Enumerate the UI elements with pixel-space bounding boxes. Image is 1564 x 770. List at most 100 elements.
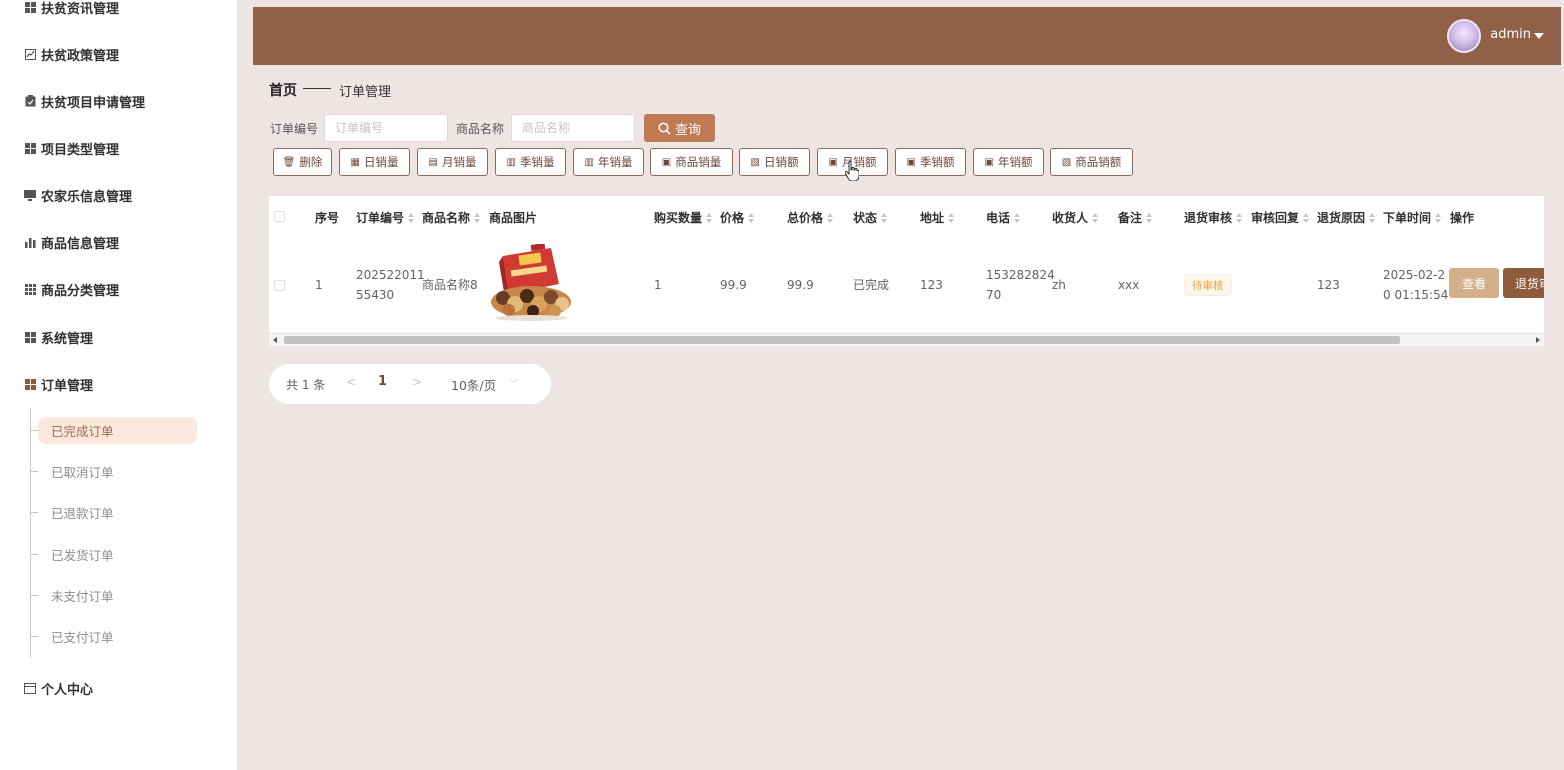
chevron-down-icon[interactable]: ﹀ [509,377,518,390]
return-review-button[interactable]: 退货审核 [1503,268,1544,298]
sidebar-item-orders[interactable]: 订单管理 [24,374,93,394]
action-label: 月销量 [441,155,477,169]
col-status[interactable]: 状态 [853,209,888,226]
sidebar-item-goods-category[interactable]: 商品分类管理 [24,279,119,299]
col-quantity[interactable]: 购买数量 [654,209,713,226]
calendar-icon: ▦ [350,156,360,168]
breadcrumb-home[interactable]: 首页 [269,80,297,100]
sort-icon[interactable] [827,212,834,223]
goods-sales-amount-button[interactable]: ▧ 商品销额 [1050,148,1133,176]
sort-icon[interactable] [1369,212,1376,223]
sidebar-item-poverty-policy[interactable]: 扶贫政策管理 [24,44,119,64]
sidebar-item-poverty-news[interactable]: 扶贫资讯管理 [24,0,119,17]
submenu-line [30,408,31,658]
sidebar-item-label: 项目类型管理 [41,142,120,158]
header-label: 收货人 [1052,211,1089,225]
col-address[interactable]: 地址 [920,209,955,226]
col-goods-name[interactable]: 商品名称 [422,209,481,226]
col-return-review[interactable]: 退货审核 [1184,209,1243,226]
subitem-label: 已取消订单 [51,465,114,480]
sidebar-item-profile[interactable]: 个人中心 [24,678,93,698]
prev-page-button[interactable]: < [346,375,356,389]
sidebar-item-farmhouse[interactable]: 农家乐信息管理 [24,185,132,205]
sort-icon[interactable] [706,212,713,223]
col-remark[interactable]: 备注 [1118,209,1153,226]
sort-icon[interactable] [1303,212,1310,223]
hand-cursor-icon [845,161,859,181]
scroll-right-icon[interactable] [1536,337,1540,343]
bar-chart-icon [24,236,36,248]
goods-sales-qty-button[interactable]: ▣ 商品销量 [650,148,733,176]
page-number[interactable]: 1 [378,374,387,389]
sidebar-subitem-unpaid[interactable]: 未支付订单 [30,582,197,609]
daily-sales-qty-button[interactable]: ▦ 日销量 [339,148,410,176]
col-review-reply[interactable]: 审核回复 [1251,209,1310,226]
sort-icon[interactable] [748,212,755,223]
sidebar-item-goods-info[interactable]: 商品信息管理 [24,232,119,252]
daily-sales-amount-button[interactable]: ▧ 日销额 [739,148,810,176]
sidebar-subitem-shipped[interactable]: 已发货订单 [30,541,197,568]
sidebar-subitem-paid[interactable]: 已支付订单 [30,623,197,650]
sort-icon[interactable] [1092,212,1099,223]
col-order-no[interactable]: 订单编号 [356,209,415,226]
sort-icon[interactable] [408,212,415,223]
header-label: 审核回复 [1251,211,1300,225]
order-no-input[interactable] [324,114,448,142]
quarterly-sales-qty-button[interactable]: ▥ 季销量 [495,148,566,176]
scroll-left-icon[interactable] [273,337,277,343]
username[interactable]: admin [1490,27,1531,42]
subitem-label: 已支付订单 [51,630,114,645]
monthly-sales-qty-button[interactable]: ▤ 月销量 [417,148,488,176]
page-size-select[interactable]: 10条/页 [451,375,496,394]
yearly-sales-qty-button[interactable]: ▥ 年销量 [573,148,644,176]
col-receiver[interactable]: 收货人 [1052,209,1099,226]
horizontal-scrollbar[interactable] [269,334,1544,346]
view-button[interactable]: 查看 [1449,268,1499,298]
sidebar-subitem-refunded[interactable]: 已退款订单 [30,499,197,526]
sidebar-item-system[interactable]: 系统管理 [24,327,93,347]
action-label: 年销量 [597,155,633,169]
scrollbar-thumb[interactable] [284,336,1400,344]
sidebar-subitem-cancelled[interactable]: 已取消订单 [30,458,197,485]
bar-chart-icon: ▥ [506,156,516,168]
chevron-down-icon[interactable] [1534,33,1544,39]
sidebar-item-label: 个人中心 [41,682,94,698]
delete-button[interactable]: 🗑 删除 [273,148,332,176]
col-phone[interactable]: 电话 [986,209,1021,226]
action-label: 日销额 [763,155,799,169]
header-label: 退货原因 [1317,211,1366,225]
header-label: 序号 [315,211,340,225]
col-goods-image: 商品图片 [489,209,537,226]
quarterly-sales-amount-button[interactable]: ▣ 季销额 [895,148,966,176]
sort-icon[interactable] [474,212,481,223]
sidebar-item-project-type[interactable]: 项目类型管理 [24,138,119,158]
next-page-button[interactable]: > [412,375,422,389]
subitem-label: 未支付订单 [51,589,114,604]
status-badge: 待审核 [1184,274,1232,296]
sort-icon[interactable] [1146,212,1153,223]
cell-quantity: 1 [654,278,662,292]
col-price[interactable]: 价格 [720,209,755,226]
sort-icon[interactable] [1435,212,1442,223]
cell-goods-name: 商品名称8 [422,278,478,292]
goods-image[interactable] [489,244,573,322]
sort-icon[interactable] [948,212,955,223]
cell-return-reason: 123 [1317,278,1340,292]
sort-icon[interactable] [1014,212,1021,223]
avatar[interactable] [1447,19,1481,53]
goods-name-input[interactable] [511,114,635,142]
query-button[interactable]: 查询 [644,114,715,142]
col-order-time[interactable]: 下单时间 [1383,209,1442,226]
select-all-checkbox[interactable] [274,211,285,222]
header-label: 订单编号 [356,211,405,225]
col-total[interactable]: 总价格 [787,209,834,226]
row-checkbox[interactable] [274,280,285,291]
sort-icon[interactable] [1236,212,1243,223]
query-label: 查询 [674,122,701,138]
col-return-reason[interactable]: 退货原因 [1317,209,1376,226]
header-label: 商品名称 [422,211,471,225]
sidebar-item-project-apply[interactable]: 扶贫项目申请管理 [24,91,145,111]
yearly-sales-amount-button[interactable]: ▣ 年销额 [973,148,1044,176]
sidebar-subitem-completed[interactable]: 已完成订单 [30,417,197,444]
sort-icon[interactable] [881,212,888,223]
